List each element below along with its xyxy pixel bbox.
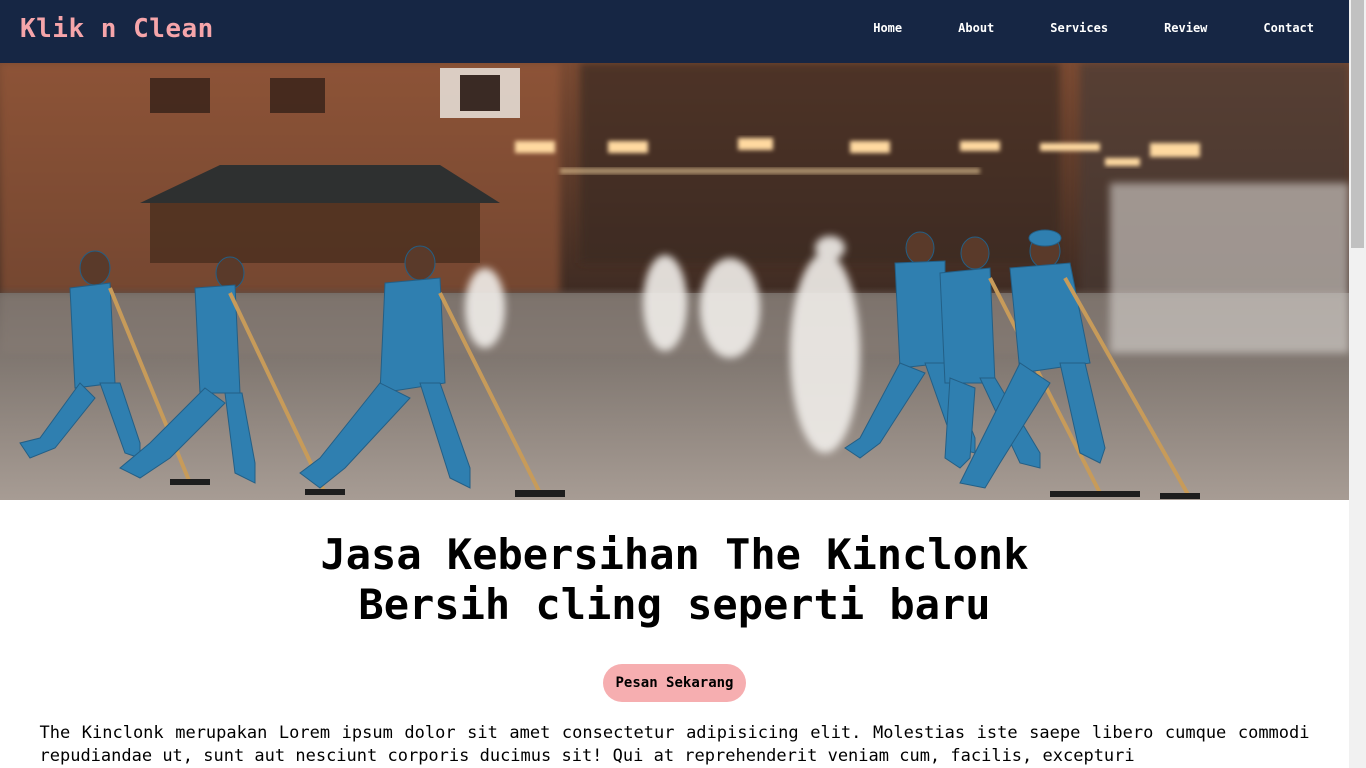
- nav-link-contact[interactable]: Contact: [1235, 21, 1349, 35]
- scrollbar[interactable]: [1349, 0, 1366, 768]
- hero-image: [0, 63, 1349, 500]
- nav-link-home[interactable]: Home: [845, 21, 930, 35]
- nav-link-about[interactable]: About: [930, 21, 1022, 35]
- brand-logo[interactable]: Klik n Clean: [20, 14, 214, 44]
- nav-link-services[interactable]: Services: [1022, 21, 1136, 35]
- nav-links: Home About Services Review Contact: [845, 0, 1349, 59]
- page-title-line1: Jasa Kebersihan The Kinclonk: [320, 530, 1029, 579]
- page-title: Jasa Kebersihan The Kinclonk Bersih clin…: [0, 530, 1349, 630]
- nav-link-review[interactable]: Review: [1136, 21, 1235, 35]
- page-title-line2: Bersih cling seperti baru: [358, 580, 991, 629]
- company-description: The Kinclonk merupakan Lorem ipsum dolor…: [39, 723, 1310, 766]
- order-now-button[interactable]: Pesan Sekarang: [603, 664, 746, 702]
- navbar: Klik n Clean Home About Services Review …: [0, 0, 1349, 63]
- scrollbar-thumb[interactable]: [1351, 0, 1364, 248]
- page: Klik n Clean Home About Services Review …: [0, 0, 1349, 768]
- main-content: Jasa Kebersihan The Kinclonk Bersih clin…: [0, 500, 1349, 768]
- hero-scene: [0, 63, 1349, 500]
